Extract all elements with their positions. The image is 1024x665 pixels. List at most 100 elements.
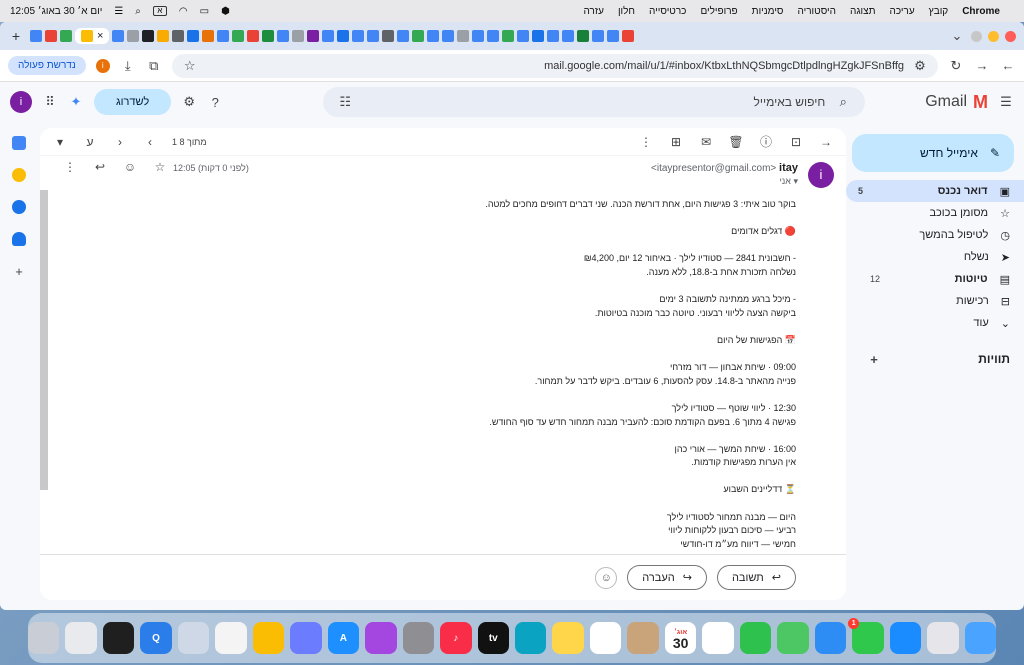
forward-button[interactable]: העברה ↪ <box>627 565 707 590</box>
dock-chrome-small-icon[interactable] <box>65 622 97 654</box>
reply-button[interactable]: תשובה ↩ <box>716 565 796 590</box>
tab-favicon-icon[interactable] <box>367 30 380 42</box>
menu-help[interactable]: עזרה <box>584 6 604 17</box>
tab-favicon-icon[interactable] <box>157 30 170 42</box>
tab-favicon-icon[interactable] <box>187 30 200 42</box>
wifi-icon[interactable]: ◠ <box>179 6 188 17</box>
tab-favicon-icon[interactable] <box>547 30 560 42</box>
dock-messages-icon[interactable]: 1 <box>848 618 884 654</box>
delete-icon[interactable]: 🗑 <box>728 135 744 149</box>
tab-favicon-icon[interactable] <box>307 30 320 42</box>
menu-window[interactable]: חלון <box>618 6 635 17</box>
prev-email-icon[interactable]: ‹ <box>142 135 158 149</box>
gmail-logo[interactable]: Gmail M <box>925 92 988 113</box>
tasks-app-icon[interactable] <box>12 200 26 214</box>
tab-favicon-icon[interactable] <box>352 30 365 42</box>
dock-podcasts-icon[interactable] <box>365 622 397 654</box>
dock-notes-list-icon[interactable] <box>215 622 247 654</box>
forward-icon[interactable]: → <box>974 58 990 73</box>
add-label-icon[interactable]: + <box>866 352 882 367</box>
dock-contacts-icon[interactable] <box>627 622 659 654</box>
tab-favicon-icon[interactable] <box>322 30 335 42</box>
lang-toggle[interactable]: ע <box>82 135 98 149</box>
archive-icon[interactable]: ⊡ <box>788 135 804 149</box>
main-menu-icon[interactable]: ☰ <box>998 94 1014 110</box>
tab-favicon-icon[interactable] <box>472 30 485 42</box>
dock-maps-icon[interactable] <box>777 622 809 654</box>
url-text[interactable]: mail.google.com/mail/u/1/#inbox/KtbxLthN… <box>206 60 904 72</box>
dock-notes-icon[interactable] <box>552 622 584 654</box>
help-icon[interactable]: ? <box>207 95 223 110</box>
compose-button[interactable]: ✎ אימייל חדש <box>852 134 1014 172</box>
emoji-react-icon[interactable]: ☺ <box>122 160 138 174</box>
tab-favicon-icon[interactable] <box>262 30 275 42</box>
menu-edit[interactable]: עריכה <box>890 6 915 17</box>
back-icon[interactable]: ← <box>1000 58 1016 73</box>
dock-reminders-icon[interactable] <box>589 622 622 654</box>
dock-launchpad-icon[interactable] <box>927 622 959 654</box>
site-info-icon[interactable]: ⚙ <box>912 58 928 74</box>
settings-gear-icon[interactable]: ⚙ <box>181 94 197 110</box>
calendar-app-icon[interactable] <box>12 136 26 150</box>
next-email-icon[interactable]: › <box>112 135 128 149</box>
tab-favicon-icon[interactable] <box>232 30 245 42</box>
menu-profiles[interactable]: פרופילים <box>700 6 737 17</box>
account-avatar[interactable]: i <box>10 91 32 113</box>
tab-favicon-icon[interactable] <box>202 30 215 42</box>
tab-favicon-icon[interactable] <box>487 30 500 42</box>
tab-favicon-icon[interactable] <box>142 30 155 42</box>
scrollbar[interactable] <box>40 190 48 490</box>
tab-favicon-icon[interactable] <box>382 30 395 42</box>
dock-finder-icon[interactable] <box>964 622 997 654</box>
dock-settings-icon[interactable] <box>402 622 435 654</box>
dock-trash-icon[interactable] <box>27 622 60 654</box>
tab-favicon-icon[interactable] <box>277 30 290 42</box>
zoom-window-icon[interactable] <box>971 30 982 42</box>
more-vert-icon[interactable]: ⋮ <box>638 135 654 149</box>
control-center-icon[interactable]: ☰ <box>114 6 123 17</box>
close-tab-icon[interactable]: × <box>97 30 103 42</box>
keep-app-icon[interactable] <box>12 168 26 182</box>
new-tab-button[interactable]: + <box>8 28 24 44</box>
upgrade-button[interactable]: לשדרוג <box>94 89 172 115</box>
menu-view[interactable]: תצוגה <box>850 6 876 17</box>
tab-favicon-icon[interactable] <box>622 30 635 42</box>
tab-favicon-icon[interactable] <box>442 30 455 42</box>
report-spam-icon[interactable]: ⓘ <box>758 133 774 150</box>
omnibox[interactable]: ☆ mail.google.com/mail/u/1/#inbox/KtbxLt… <box>171 53 938 78</box>
tab-favicon-icon[interactable] <box>532 30 545 42</box>
dock-facetime-icon[interactable] <box>739 622 772 654</box>
dock-apple-tv-icon[interactable]: tv <box>477 622 509 654</box>
tab-favicon-icon[interactable] <box>45 30 57 42</box>
dock-photos-icon[interactable] <box>702 622 734 654</box>
tab-favicon-icon[interactable] <box>112 30 125 42</box>
tab-favicon-icon[interactable] <box>127 30 140 42</box>
tab-favicon-icon[interactable] <box>457 30 470 42</box>
nav-item-5[interactable]: ⊟ רכישות <box>858 290 1024 312</box>
dock-files-icon[interactable] <box>290 622 322 654</box>
dock-app-store-icon[interactable]: A <box>327 622 360 654</box>
close-window-icon[interactable] <box>1005 30 1016 42</box>
tab-favicon-icon[interactable] <box>412 30 425 42</box>
dock-freeform-icon[interactable] <box>515 622 547 654</box>
dock-chatgpt-icon[interactable] <box>177 622 210 654</box>
tab-favicon-icon[interactable] <box>397 30 410 42</box>
menu-tab[interactable]: כרטיסייה <box>649 6 686 17</box>
more-options-chevron-icon[interactable]: ▾ <box>52 135 68 149</box>
tab-favicon-icon[interactable] <box>502 30 515 42</box>
menu-bookmarks[interactable]: סימניות <box>752 6 784 17</box>
mark-unread-icon[interactable]: ✉ <box>698 135 714 149</box>
dock-music-icon[interactable]: ♪ <box>440 622 472 654</box>
sender-avatar[interactable]: i <box>808 162 834 188</box>
tab-favicon-icon[interactable] <box>607 30 620 42</box>
tab-favicon-icon[interactable] <box>592 30 605 42</box>
action-needed-pill[interactable]: נדרשת פעולה <box>8 56 86 75</box>
dock-calendar-icon[interactable]: אוג׳ 30 <box>664 622 697 654</box>
mail-search-box[interactable]: ⌕ חיפוש באימייל ☷ <box>323 87 866 117</box>
spotlight-icon[interactable]: ⌕ <box>135 6 141 17</box>
dock-safari-icon[interactable] <box>889 622 922 654</box>
back-to-inbox-icon[interactable]: → <box>818 135 834 149</box>
dock-cursor-icon[interactable] <box>102 622 135 654</box>
tab-favicon-icon[interactable] <box>427 30 440 42</box>
reply-icon[interactable]: ↩ <box>92 160 108 174</box>
